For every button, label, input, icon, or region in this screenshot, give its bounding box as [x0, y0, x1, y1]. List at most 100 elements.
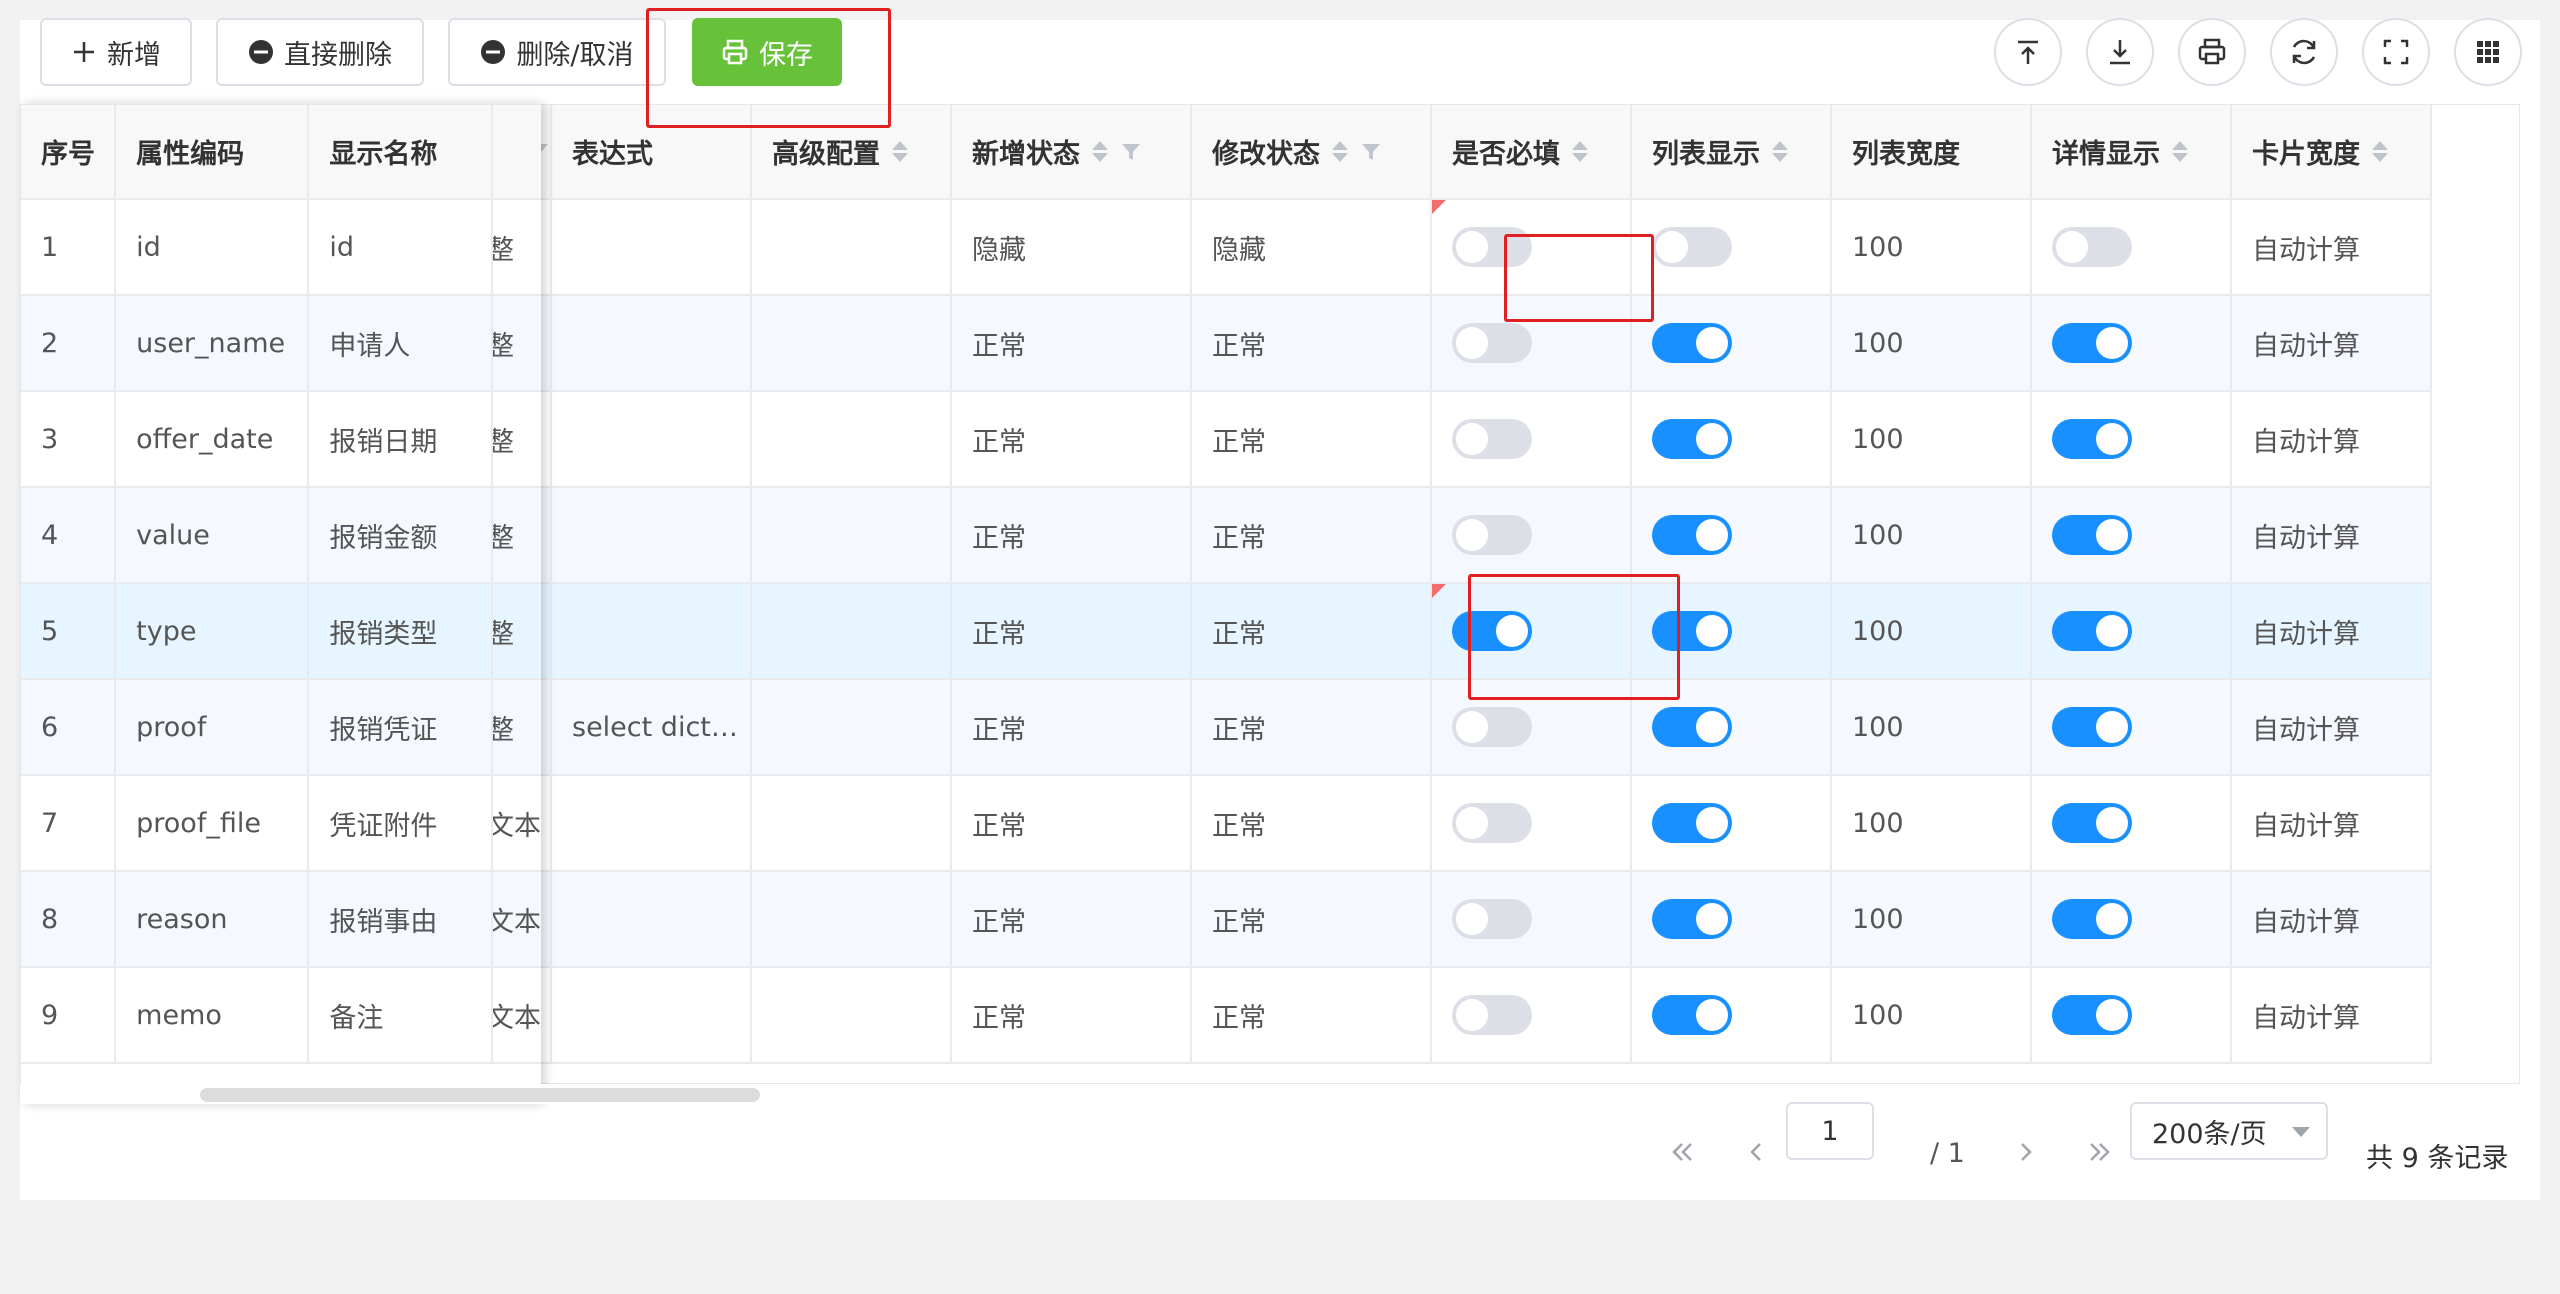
detail-show-toggle[interactable] — [2052, 323, 2132, 363]
add-button[interactable]: 新增 — [40, 18, 192, 86]
fixed-cell-name[interactable]: 申请人 — [308, 295, 493, 392]
cell-advanced[interactable] — [751, 583, 952, 680]
scrollbar-thumb[interactable] — [200, 1088, 760, 1102]
cell-edit-status[interactable]: 正常 — [1191, 775, 1432, 872]
cell-add-status[interactable]: 正常 — [951, 967, 1192, 1064]
fixed-cell-code[interactable]: memo — [115, 967, 310, 1064]
cell-card-width[interactable]: 自动计算 — [2231, 967, 2432, 1064]
column-settings-button[interactable] — [2454, 18, 2522, 86]
cell-list-width[interactable]: 100 — [1831, 679, 2032, 776]
detail-show-toggle[interactable] — [2052, 899, 2132, 939]
cell-card-width[interactable]: 自动计算 — [2231, 295, 2432, 392]
fullscreen-button[interactable] — [2362, 18, 2430, 86]
fixed-table-row[interactable]: 9 memo 备注 文本 — [21, 967, 541, 1064]
cell-edit-status[interactable]: 正常 — [1191, 391, 1432, 488]
cell-expression[interactable]: select dict… — [551, 679, 752, 776]
fixed-cell-seq[interactable]: 7 — [21, 775, 117, 872]
required-toggle[interactable] — [1452, 419, 1532, 459]
fixed-table-row[interactable]: 5type报销类型整 — [21, 583, 541, 680]
cell-add-status[interactable]: 正常 — [951, 487, 1192, 584]
cell-list-width[interactable]: 100 — [1831, 967, 2032, 1064]
cell-edit-status[interactable]: 正常 — [1191, 679, 1432, 776]
fixed-cell-code[interactable]: type — [115, 583, 310, 680]
cell-advanced[interactable] — [751, 967, 952, 1064]
first-page-button[interactable] — [1658, 1128, 1706, 1176]
cell-card-width[interactable]: 自动计算 — [2231, 775, 2432, 872]
cell-list-width[interactable]: 100 — [1831, 775, 2032, 872]
list-show-toggle[interactable] — [1652, 707, 1732, 747]
export-button[interactable] — [2086, 18, 2154, 86]
last-page-button[interactable] — [2076, 1128, 2124, 1176]
col-add-status[interactable]: 新增状态 — [951, 105, 1192, 200]
cell-card-width[interactable]: 自动计算 — [2231, 679, 2432, 776]
cell-list-width[interactable]: 100 — [1831, 871, 2032, 968]
sort-icon[interactable] — [1092, 141, 1108, 162]
delete-cancel-button[interactable]: 删除/取消 — [448, 18, 666, 86]
cell-edit-status[interactable]: 正常 — [1191, 295, 1432, 392]
fixed-cell-code[interactable]: proof — [115, 679, 310, 776]
cell-card-width[interactable]: 自动计算 — [2231, 871, 2432, 968]
cell-list-width[interactable]: 100 — [1831, 487, 2032, 584]
cell-expression[interactable] — [551, 391, 752, 488]
detail-show-toggle[interactable] — [2052, 803, 2132, 843]
fixed-cell-name[interactable]: 报销类型 — [308, 583, 493, 680]
print-button[interactable] — [2178, 18, 2246, 86]
cell-add-status[interactable]: 正常 — [951, 391, 1192, 488]
filter-icon[interactable] — [1360, 141, 1382, 163]
required-toggle[interactable] — [1452, 803, 1532, 843]
list-show-toggle[interactable] — [1652, 323, 1732, 363]
cell-expression[interactable] — [551, 199, 752, 296]
fixed-cell-seq[interactable]: 4 — [21, 487, 117, 584]
cell-advanced[interactable] — [751, 775, 952, 872]
fixed-table-row[interactable]: 8 reason 报销事由 文本 — [21, 871, 541, 968]
cell-list-width[interactable]: 100 — [1831, 295, 2032, 392]
fixed-table-row[interactable]: 6proof报销凭证整 — [21, 679, 541, 776]
fixed-cell-code[interactable]: reason — [115, 871, 310, 968]
direct-delete-button[interactable]: 直接删除 — [216, 18, 424, 86]
page-number-input[interactable]: 1 — [1786, 1102, 1874, 1160]
fixed-cell-seq[interactable]: 9 — [21, 967, 117, 1064]
detail-show-toggle[interactable] — [2052, 419, 2132, 459]
fixed-table-row[interactable]: 1idid整 — [21, 199, 541, 296]
cell-advanced[interactable] — [751, 199, 952, 296]
sort-icon[interactable] — [892, 141, 908, 162]
cell-add-status[interactable]: 隐藏 — [951, 199, 1192, 296]
cell-list-width[interactable]: 100 — [1831, 583, 2032, 680]
cell-expression[interactable] — [551, 295, 752, 392]
cell-expression[interactable] — [551, 967, 752, 1064]
cell-add-status[interactable]: 正常 — [951, 583, 1192, 680]
fixed-cell-seq[interactable]: 2 — [21, 295, 117, 392]
cell-advanced[interactable] — [751, 871, 952, 968]
import-button[interactable] — [1994, 18, 2062, 86]
cell-advanced[interactable] — [751, 679, 952, 776]
fixed-table-row[interactable]: 3offer_date报销日期整 — [21, 391, 541, 488]
cell-edit-status[interactable]: 正常 — [1191, 583, 1432, 680]
cell-list-width[interactable]: 100 — [1831, 391, 2032, 488]
detail-show-toggle[interactable] — [2052, 707, 2132, 747]
cell-expression[interactable] — [551, 487, 752, 584]
fixed-cell-seq[interactable]: 3 — [21, 391, 117, 488]
fixed-cell-name[interactable]: 报销凭证 — [308, 679, 493, 776]
cell-card-width[interactable]: 自动计算 — [2231, 487, 2432, 584]
prev-page-button[interactable] — [1732, 1128, 1780, 1176]
fixed-cell-code[interactable]: id — [115, 199, 310, 296]
list-show-toggle[interactable] — [1652, 899, 1732, 939]
fixed-cell-code[interactable]: value — [115, 487, 310, 584]
fixed-cell-seq[interactable]: 1 — [21, 199, 117, 296]
fixed-cell-name[interactable]: id — [308, 199, 493, 296]
list-show-toggle[interactable] — [1652, 803, 1732, 843]
required-toggle[interactable] — [1452, 323, 1532, 363]
cell-edit-status[interactable]: 正常 — [1191, 967, 1432, 1064]
cell-advanced[interactable] — [751, 487, 952, 584]
required-toggle[interactable] — [1452, 707, 1532, 747]
fixed-table-row[interactable]: 4value报销金额整 — [21, 487, 541, 584]
sort-icon[interactable] — [1332, 141, 1348, 162]
required-toggle[interactable] — [1452, 899, 1532, 939]
cell-card-width[interactable]: 自动计算 — [2231, 199, 2432, 296]
cell-expression[interactable] — [551, 775, 752, 872]
cell-add-status[interactable]: 正常 — [951, 679, 1192, 776]
fixed-cell-name[interactable]: 凭证附件 — [308, 775, 493, 872]
required-toggle[interactable] — [1452, 515, 1532, 555]
required-toggle[interactable] — [1452, 995, 1532, 1035]
fixed-cell-seq[interactable]: 6 — [21, 679, 117, 776]
